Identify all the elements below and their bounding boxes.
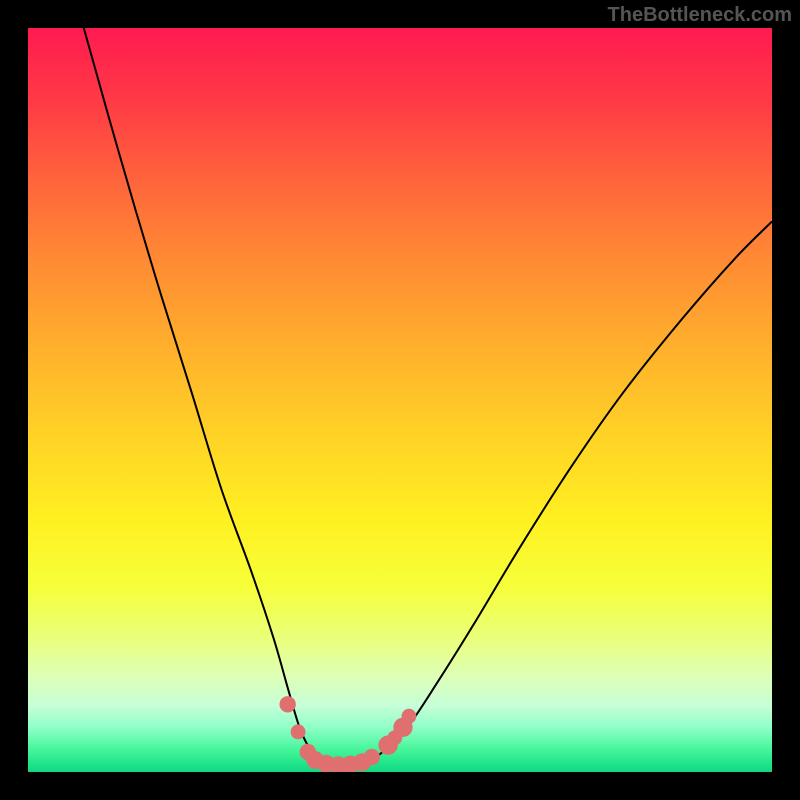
curve-svg: [28, 28, 772, 772]
curve-marker: [401, 709, 416, 724]
curve-marker: [291, 724, 306, 739]
curve-marker: [364, 749, 380, 765]
curve-markers: [279, 696, 416, 772]
curve-marker: [279, 696, 295, 712]
plot-area: [28, 28, 772, 772]
watermark-text: TheBottleneck.com: [608, 4, 792, 27]
bottleneck-curve: [84, 28, 772, 765]
chart-frame: TheBottleneck.com: [0, 0, 800, 800]
